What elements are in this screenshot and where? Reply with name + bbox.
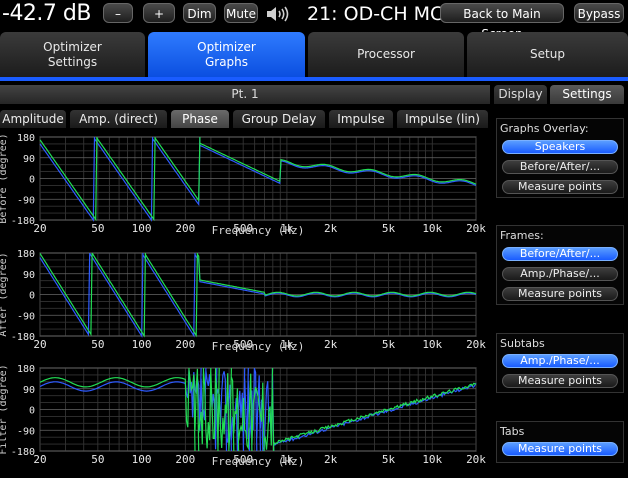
x-tick-label: 2k [324,338,338,351]
tab-optimizer-graphs[interactable]: Optimizer Graphs [148,32,305,77]
x-tick-label: 2k [324,453,338,466]
frames-amp-phase-button[interactable]: Amp./Phase/... [502,267,618,281]
y-tick-label: -180 [11,216,35,227]
tab-label-line1: Optimizer [197,39,256,54]
tab-label: Processor [357,47,415,61]
overlay-speakers-button[interactable]: Speakers [502,140,618,154]
volume-down-button[interactable]: – [103,3,133,23]
tab-label: Setup [530,47,565,61]
volume-up-button[interactable]: + [143,3,175,23]
x-tick-label: 200 [175,222,195,235]
y-axis-label: Filter (degree) [0,364,9,454]
y-tick-label: 0 [29,175,35,186]
tab-phase[interactable]: Phase [171,110,229,128]
y-tick-label: 180 [17,249,35,260]
overlay-measure-points-button[interactable]: Measure points [502,180,618,194]
y-tick-label: -180 [11,447,35,458]
tab-amplitude[interactable]: Amplitude [0,110,66,128]
x-tick-label: 20k [466,453,486,466]
y-tick-label: -180 [11,332,35,343]
x-axis-label: Frequency (Hz) [212,224,305,237]
tab-setup[interactable]: Setup [467,32,628,77]
y-tick-label: 90 [23,270,35,281]
x-tick-label: 20k [466,338,486,351]
y-tick-label: 0 [29,406,35,417]
x-tick-label: 10k [422,338,442,351]
x-tick-label: 5k [382,222,396,235]
y-axis-label: After (degree) [0,252,9,336]
tab-settings[interactable]: Settings [550,85,624,104]
speaker-volume-icon[interactable] [265,4,291,24]
tab-processor[interactable]: Processor [308,32,464,77]
x-tick-label: 20 [33,453,46,466]
x-axis-label: Frequency (Hz) [212,340,305,353]
y-tick-label: 90 [23,154,35,165]
x-tick-label: 200 [175,338,195,351]
x-tick-label: 50 [91,453,104,466]
x-tick-label: 200 [175,453,195,466]
tab-label-line2: Settings [47,54,98,69]
bypass-button[interactable]: Bypass [574,3,624,23]
back-to-main-button[interactable]: Back to Main Screen [440,3,564,41]
tab-group-delay[interactable]: Group Delay [233,110,325,128]
x-tick-label: 5k [382,453,396,466]
dim-button[interactable]: Dim [183,3,216,23]
phase-charts: 180900-90-18020 50 100 200 500 1k 2k 5k 10k 20kFr… [0,133,486,468]
x-axis-label: Frequency (Hz) [212,455,305,468]
frames-title: Frames: [500,229,544,242]
x-tick-label: 2k [324,222,338,235]
tab-amp-direct[interactable]: Amp. (direct) [70,110,167,128]
x-tick-label: 100 [132,453,152,466]
tab-optimizer-settings[interactable]: Optimizer Settings [0,32,145,77]
overlay-before-after-button[interactable]: Before/After/... [502,160,618,174]
subtabs-measure-points-button[interactable]: Measure points [502,374,618,388]
x-tick-label: 20 [33,222,46,235]
x-tick-label: 10k [422,222,442,235]
volume-readout: -42.7 dB [2,1,91,26]
point-header: Pt. 1 [0,85,490,104]
y-tick-label: 180 [17,133,35,144]
y-tick-label: 0 [29,291,35,302]
x-tick-label: 50 [91,222,104,235]
subtabs-title: Subtabs [500,337,545,350]
tab-impulse[interactable]: Impulse [329,110,393,128]
tab-label-line2: Graphs [204,54,249,69]
mute-button[interactable]: Mute [224,3,258,23]
y-tick-label: 90 [23,385,35,396]
x-tick-label: 10k [422,453,442,466]
preset-title: 21: OD-CH MC [307,3,444,25]
x-tick-label: 5k [382,338,396,351]
subtabs-amp-phase-button[interactable]: Amp./Phase/... [502,354,618,368]
x-tick-label: 20 [33,338,46,351]
tab-label-line1: Optimizer [43,39,102,54]
x-tick-label: 20k [466,222,486,235]
x-tick-label: 100 [132,338,152,351]
tab-underline [0,77,628,81]
tabs-title: Tabs [500,425,525,438]
x-tick-label: 50 [91,338,104,351]
y-tick-label: -90 [17,311,35,322]
y-tick-label: -90 [17,426,35,437]
graphs-overlay-title: Graphs Overlay: [500,122,589,135]
y-tick-label: 180 [17,364,35,375]
tabs-measure-points-button[interactable]: Measure points [502,442,618,456]
x-tick-label: 100 [132,222,152,235]
y-axis-label: Before (degree) [0,133,9,223]
tab-display[interactable]: Display [494,85,547,104]
frames-before-after-button[interactable]: Before/After/... [502,247,618,261]
y-tick-label: -90 [17,195,35,206]
tab-impulse-lin[interactable]: Impulse (lin) [397,110,488,128]
frames-measure-points-button[interactable]: Measure points [502,287,618,301]
